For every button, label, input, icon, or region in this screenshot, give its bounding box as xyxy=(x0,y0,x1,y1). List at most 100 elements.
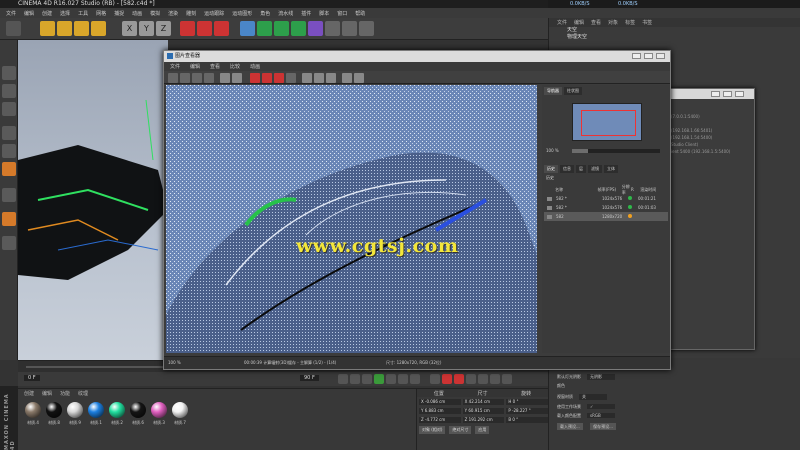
menu-item[interactable]: 编辑 xyxy=(24,10,34,17)
workplane-icon[interactable] xyxy=(2,102,16,116)
pla-key-icon[interactable] xyxy=(502,374,512,384)
pv-close-button[interactable] xyxy=(656,53,665,59)
pv-save-as-icon[interactable] xyxy=(192,73,202,83)
undo-icon[interactable] xyxy=(6,21,21,36)
history-row[interactable]: 582 1280x720 xyxy=(544,212,668,221)
attr-value[interactable]: 无阴影 xyxy=(587,374,615,380)
menu-item[interactable]: 模拟 xyxy=(150,10,160,17)
pv-region-render-icon[interactable] xyxy=(262,73,272,83)
tab-navigator[interactable]: 导航器 xyxy=(544,87,562,95)
record-icon[interactable] xyxy=(442,374,452,384)
history-row[interactable]: 582 * 1024x576 00:01:03 xyxy=(544,203,668,212)
history-row[interactable]: 582 * 1024x576 00:01:21 xyxy=(544,194,668,203)
pv-channel-icon[interactable] xyxy=(302,73,312,83)
object-manager-menu-item[interactable]: 对象 xyxy=(608,19,618,26)
next-key-icon[interactable] xyxy=(398,374,408,384)
autokey-icon[interactable] xyxy=(454,374,464,384)
coords-field[interactable]: Z 191.292 cm xyxy=(462,416,505,423)
attr-value[interactable]: 关 xyxy=(579,394,607,400)
minimize-button[interactable] xyxy=(711,91,720,97)
layer-icon[interactable] xyxy=(2,236,16,250)
position-key-icon[interactable] xyxy=(478,374,488,384)
object-manager-menu-item[interactable]: 查看 xyxy=(591,19,601,26)
scene-icon[interactable] xyxy=(325,21,340,36)
pv-render-icon[interactable] xyxy=(250,73,260,83)
pv-fullscreen-icon[interactable] xyxy=(220,73,230,83)
material-swatch[interactable]: 材质.1 xyxy=(87,402,105,426)
menu-item[interactable]: 网格 xyxy=(96,10,106,17)
coords-field[interactable]: H 0 ° xyxy=(506,398,549,405)
play-icon[interactable] xyxy=(374,374,384,384)
spline-icon[interactable] xyxy=(257,21,272,36)
attr-value[interactable]: sRGB xyxy=(587,413,615,418)
menu-item[interactable]: 工具 xyxy=(78,10,88,17)
pv-copy-icon[interactable] xyxy=(204,73,214,83)
pv-fit-icon[interactable] xyxy=(232,73,242,83)
navigator-viewport-rect[interactable] xyxy=(581,110,636,136)
tab-histogram[interactable]: 柱状图 xyxy=(564,87,582,95)
material-swatch[interactable]: 材质.9 xyxy=(66,402,84,426)
coords-field[interactable]: P -28.227 ° xyxy=(506,407,549,414)
rotate-icon[interactable] xyxy=(91,21,106,36)
coords-size-select[interactable]: 绝对尺寸 xyxy=(449,426,472,434)
prev-key-icon[interactable] xyxy=(350,374,360,384)
timeline-end-frame[interactable]: 90 F xyxy=(300,375,319,381)
keyframe-selection-icon[interactable] xyxy=(466,374,476,384)
menu-item[interactable]: 流水线 xyxy=(278,10,293,17)
camera-icon[interactable] xyxy=(342,21,357,36)
coords-apply-button[interactable]: 应用 xyxy=(475,426,490,434)
menu-item[interactable]: 创建 xyxy=(42,10,52,17)
next-frame-icon[interactable] xyxy=(386,374,396,384)
object-row-physical-sky[interactable]: 物理天空 xyxy=(549,34,800,41)
material-swatch[interactable]: 材质.2 xyxy=(108,402,126,426)
load-preset-button[interactable]: 载入预设... xyxy=(557,423,583,430)
array-icon[interactable] xyxy=(291,21,306,36)
object-manager-menu-item[interactable]: 编辑 xyxy=(574,19,584,26)
light-icon[interactable] xyxy=(359,21,374,36)
close-button[interactable] xyxy=(735,91,744,97)
menu-item[interactable]: 渲染 xyxy=(168,10,178,17)
menu-item[interactable]: 捕捉 xyxy=(114,10,124,17)
coords-field[interactable]: Y 60.915 cm xyxy=(462,407,505,414)
menu-item[interactable]: 角色 xyxy=(260,10,270,17)
attr-value[interactable]: ✓ xyxy=(587,404,615,409)
coords-field[interactable]: X -0.086 cm xyxy=(419,398,461,405)
coords-field[interactable]: Y 6.883 cm xyxy=(419,407,461,414)
zoom-value[interactable]: 100 % xyxy=(546,148,559,153)
timeline-start-frame[interactable]: 0 F xyxy=(24,375,40,381)
edges-mode-icon[interactable] xyxy=(2,144,16,158)
pv-save-icon[interactable] xyxy=(180,73,190,83)
menu-item[interactable]: 动画 xyxy=(132,10,142,17)
coords-mode-select[interactable]: 对象 (相对) xyxy=(419,426,446,434)
menu-item[interactable]: 窗口 xyxy=(337,10,347,17)
coords-field[interactable]: B 0 ° xyxy=(506,416,549,423)
y-axis-icon[interactable]: Y xyxy=(139,21,154,36)
zoom-slider[interactable] xyxy=(572,149,660,153)
tab-history-1[interactable]: 信息 xyxy=(560,165,574,173)
coords-field[interactable]: X 42.214 cm xyxy=(462,398,505,405)
move-icon[interactable] xyxy=(57,21,72,36)
material-swatch[interactable]: 材质.4 xyxy=(24,402,42,426)
render-canvas[interactable]: www.cgtsj.com xyxy=(166,85,537,353)
cube-icon[interactable] xyxy=(240,21,255,36)
material-swatch[interactable]: 材质.6 xyxy=(129,402,147,426)
menu-item[interactable]: 插件 xyxy=(301,10,311,17)
tab-history-0[interactable]: 历史 xyxy=(544,165,558,173)
param-key-icon[interactable] xyxy=(490,374,500,384)
menu-item[interactable]: 选择 xyxy=(60,10,70,17)
points-mode-icon[interactable] xyxy=(2,126,16,140)
menu-item[interactable]: 运动图形 xyxy=(232,10,252,17)
render-to-pv-icon[interactable] xyxy=(197,21,212,36)
pv-stop-render-icon[interactable] xyxy=(274,73,284,83)
picture-viewer-menu-item[interactable]: 比较 xyxy=(230,63,240,70)
pv-maximize-button[interactable] xyxy=(644,53,653,59)
picture-viewer-menu-item[interactable]: 文件 xyxy=(170,63,180,70)
picture-viewer-menu-item[interactable]: 动画 xyxy=(250,63,260,70)
pv-minimize-button[interactable] xyxy=(632,53,641,59)
pv-alpha-icon[interactable] xyxy=(314,73,324,83)
menu-item[interactable]: 文件 xyxy=(6,10,16,17)
menu-item[interactable]: 帮助 xyxy=(355,10,365,17)
maximize-button[interactable] xyxy=(723,91,732,97)
pv-histogram-icon[interactable] xyxy=(342,73,352,83)
object-manager-menu-item[interactable]: 文件 xyxy=(557,19,567,26)
